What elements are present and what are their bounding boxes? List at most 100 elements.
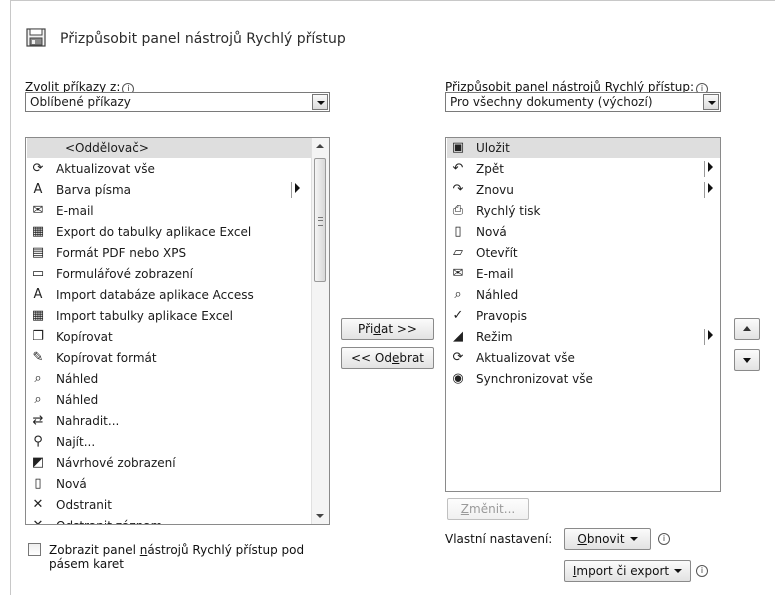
- remove-button[interactable]: << Odebrat: [341, 347, 434, 369]
- list-item-label: E-mail: [476, 267, 514, 281]
- redo-icon: ↷: [452, 182, 464, 197]
- list-item-label: Náhled: [56, 372, 99, 386]
- list-item[interactable]: <Oddělovač>: [27, 138, 312, 158]
- info-icon[interactable]: i: [696, 565, 708, 577]
- move-up-button[interactable]: [734, 318, 760, 340]
- list-item[interactable]: ◢ Režim: [447, 327, 720, 347]
- show-below-ribbon-checkbox[interactable]: [28, 543, 41, 556]
- list-item[interactable]: ✎ Kopírovat formát: [27, 348, 312, 368]
- submenu-arrow-icon[interactable]: [708, 330, 713, 340]
- mode-icon: ◢: [453, 329, 463, 344]
- list-item[interactable]: ⎙ Rychlý tisk: [447, 201, 720, 221]
- list-item[interactable]: ✕ Odstranit: [27, 495, 312, 515]
- list-item[interactable]: ✓ Pravopis: [447, 306, 720, 326]
- list-item[interactable]: ⌕ Náhled: [27, 390, 312, 410]
- list-item-label: E-mail: [56, 204, 94, 218]
- list-item-label: Kopírovat: [56, 330, 113, 344]
- open-folder-icon: ▱: [453, 245, 463, 260]
- chevron-down-icon[interactable]: [312, 94, 328, 110]
- list-item[interactable]: ⌕ Náhled: [447, 285, 720, 305]
- chevron-down-icon: [629, 537, 638, 541]
- list-item-label: Uložit: [476, 141, 510, 155]
- submenu-divider: [291, 182, 292, 198]
- list-item-label: Náhled: [476, 288, 519, 302]
- list-item-label: Synchronizovat vše: [476, 372, 593, 386]
- undo-icon: ↶: [452, 161, 464, 176]
- format-painter-icon: ✎: [32, 350, 44, 365]
- scroll-up-icon[interactable]: [316, 144, 324, 148]
- refresh-all-icon: ⟳: [452, 350, 464, 365]
- preview-icon: ⌕: [34, 371, 42, 386]
- submenu-arrow-icon[interactable]: [295, 183, 300, 193]
- list-item[interactable]: ◩ Návrhové zobrazení: [27, 453, 312, 473]
- submenu-divider: [704, 182, 705, 198]
- dialog-top-border: [10, 0, 775, 1]
- delete-icon: ✕: [32, 497, 44, 512]
- scroll-down-icon[interactable]: [316, 514, 324, 518]
- available-commands-list[interactable]: ✕ Odstranit záznam ✕ Odstranit ▯ Nová ◩ Návrhov…: [25, 137, 330, 525]
- show-below-ribbon-label: Zobrazit panel nástrojů Rychlý přístup p…: [49, 543, 305, 571]
- list-item[interactable]: ▤ Formát PDF nebo XPS: [27, 243, 312, 263]
- preview-icon: ⌕: [34, 392, 42, 407]
- list-item[interactable]: A Barva písma: [27, 180, 312, 200]
- list-item[interactable]: ▱ Otevřít: [447, 243, 720, 263]
- list-item[interactable]: ◉ Synchronizovat vše: [447, 369, 720, 389]
- move-down-button[interactable]: [734, 349, 760, 371]
- list-item[interactable]: ▭ Formulářové zobrazení: [27, 264, 312, 284]
- list-item[interactable]: ▣ Uložit: [447, 138, 720, 158]
- customize-scope-value: Pro všechny dokumenty (výchozí): [450, 95, 653, 109]
- list-item-label: Rychlý tisk: [476, 204, 541, 218]
- list-item[interactable]: A Import databáze aplikace Access: [27, 285, 312, 305]
- list-item[interactable]: ✕ Odstranit záznam: [27, 516, 312, 524]
- preview-icon: ⌕: [454, 287, 462, 302]
- import-export-button[interactable]: Import či export: [564, 560, 691, 582]
- refresh-all-icon: ⟳: [32, 161, 44, 176]
- access-import-icon: A: [33, 287, 43, 302]
- list-item[interactable]: ▦ Import tabulky aplikace Excel: [27, 306, 312, 326]
- submenu-arrow-icon[interactable]: [708, 183, 713, 193]
- list-item[interactable]: ❐ Kopírovat: [27, 327, 312, 347]
- list-item[interactable]: ✉ E-mail: [447, 264, 720, 284]
- list-item[interactable]: ⟳ Aktualizovat vše: [447, 348, 720, 368]
- form-view-icon: ▭: [31, 266, 45, 281]
- info-icon[interactable]: i: [658, 533, 670, 545]
- reset-button[interactable]: Obnovit: [564, 528, 651, 550]
- excel-import-icon: ▦: [31, 308, 45, 323]
- list-item[interactable]: ▦ Export do tabulky aplikace Excel: [27, 222, 312, 242]
- list-item-label: Pravopis: [476, 309, 527, 323]
- list-item[interactable]: ⇄ Nahradit...: [27, 411, 312, 431]
- list-item[interactable]: ⟳ Aktualizovat vše: [27, 159, 312, 179]
- list-item-label: Najít...: [56, 435, 96, 449]
- list-item[interactable]: ▯ Nová: [447, 222, 720, 242]
- list-item[interactable]: ↷ Znovu: [447, 180, 720, 200]
- copy-icon: ❐: [32, 329, 44, 344]
- scrollbar-thumb[interactable]: [314, 158, 326, 282]
- find-icon: ⚲: [33, 434, 43, 449]
- chevron-down-icon[interactable]: [703, 94, 719, 110]
- choose-commands-combobox[interactable]: Oblíbené příkazy: [25, 92, 330, 112]
- submenu-divider: [704, 161, 705, 177]
- list-item[interactable]: ⌕ Náhled: [27, 369, 312, 389]
- quick-print-icon: ⎙: [452, 203, 464, 218]
- list-item[interactable]: ✉ E-mail: [27, 201, 312, 221]
- add-button[interactable]: Přidat >>: [341, 318, 434, 340]
- excel-export-icon: ▦: [31, 224, 45, 239]
- list-item-label: Náhled: [56, 393, 99, 407]
- dialog-left-border: [10, 0, 11, 595]
- save-icon: ▣: [451, 140, 465, 155]
- email-icon: ✉: [452, 266, 464, 281]
- design-view-icon: ◩: [31, 455, 45, 470]
- toolbar-commands-list[interactable]: ◉ Synchronizovat vše ⟳ Aktualizovat vše ◢ Rež…: [445, 137, 721, 492]
- list-item-label: Režim: [476, 330, 513, 344]
- list-item-label: Odstranit: [56, 498, 112, 512]
- quick-access-toolbar-icon: [26, 28, 46, 47]
- submenu-arrow-icon[interactable]: [708, 162, 713, 172]
- modify-button[interactable]: Změnit...: [447, 498, 529, 520]
- new-document-icon: ▯: [454, 224, 462, 239]
- vertical-scrollbar[interactable]: [311, 138, 329, 524]
- list-item[interactable]: ▯ Nová: [27, 474, 312, 494]
- customize-scope-combobox[interactable]: Pro všechny dokumenty (výchozí): [445, 92, 721, 112]
- list-item[interactable]: ↶ Zpět: [447, 159, 720, 179]
- chevron-down-icon: [674, 569, 683, 573]
- list-item[interactable]: ⚲ Najít...: [27, 432, 312, 452]
